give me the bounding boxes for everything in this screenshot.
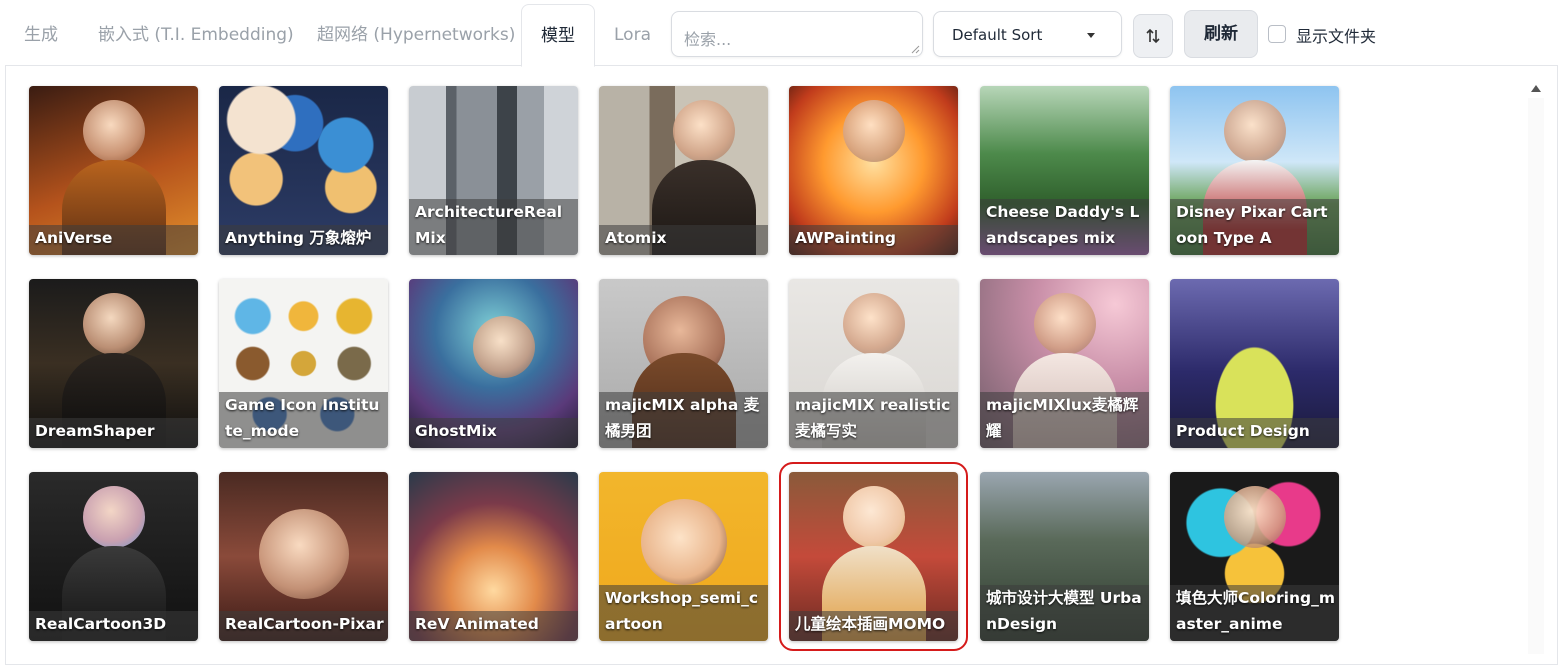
model-card-label: Product Design <box>1170 418 1339 448</box>
tab-generate[interactable]: 生成 <box>24 0 58 66</box>
model-thumbnail-figure <box>842 485 905 548</box>
model-card-aniverse[interactable]: AniVerse <box>29 86 198 255</box>
model-card-label: ReV Animated <box>409 611 578 641</box>
model-card-label: GhostMix <box>409 418 578 448</box>
model-card-label: 填色大师Coloring_master_anime <box>1170 585 1339 641</box>
scroll-up-arrow-icon[interactable] <box>1531 85 1541 92</box>
sort-arrows-icon <box>1146 28 1160 44</box>
model-card-architecturerealmix[interactable]: ArchitectureRealMix <box>409 86 578 255</box>
show-folders-checkbox[interactable] <box>1268 25 1286 43</box>
model-card-realcartoon3d[interactable]: RealCartoon3D <box>29 472 198 641</box>
model-card-label: RealCartoon3D <box>29 611 198 641</box>
model-thumbnail-figure <box>82 99 145 162</box>
model-thumbnail-figure <box>258 509 349 600</box>
model-card-workshop-semi-cartoon[interactable]: Workshop_semi_cartoon <box>599 472 768 641</box>
model-card-label: AniVerse <box>29 225 198 255</box>
model-thumbnail-figure <box>82 485 145 548</box>
model-card-label: Anything 万象熔炉 <box>219 225 388 255</box>
model-card-label: RealCartoon-Pixar <box>219 611 388 641</box>
model-thumbnail-figure <box>1033 292 1096 355</box>
model-thumbnail-figure <box>672 99 735 162</box>
model-thumbnail-figure <box>472 316 535 379</box>
model-card-label: Cheese Daddy's Landscapes mix <box>980 199 1149 255</box>
model-thumbnail-figure <box>640 499 727 586</box>
model-card-label: ArchitectureRealMix <box>409 199 578 255</box>
model-card-disney-pixar[interactable]: Disney Pixar Cartoon Type A <box>1170 86 1339 255</box>
model-card-urbandesign[interactable]: 城市设计大模型 UrbanDesign <box>980 472 1149 641</box>
model-thumbnail-figure <box>1223 99 1286 162</box>
model-card-ghostmix[interactable]: GhostMix <box>409 279 578 448</box>
tab-hypernetworks[interactable]: 超网络 (Hypernetworks) <box>317 0 515 66</box>
model-gallery: AniVerse Anything 万象熔炉 ArchitectureRealM… <box>5 65 1558 665</box>
model-thumbnail-figure <box>1223 485 1286 548</box>
model-card-dreamshaper[interactable]: DreamShaper <box>29 279 198 448</box>
model-card-label: DreamShaper <box>29 418 198 448</box>
model-card-label: Workshop_semi_cartoon <box>599 585 768 641</box>
refresh-button[interactable]: 刷新 <box>1184 10 1258 58</box>
model-card-majicmixlux[interactable]: majicMIXlux麦橘辉耀 <box>980 279 1149 448</box>
chevron-down-icon <box>1087 33 1095 38</box>
model-card-label: 城市设计大模型 UrbanDesign <box>980 585 1149 641</box>
model-thumbnail-figure <box>842 292 905 355</box>
model-card-momo-selected[interactable]: 儿童绘本插画MOMO <box>779 462 968 651</box>
tab-lora[interactable]: Lora <box>614 0 651 66</box>
model-card-majicmix-realistic[interactable]: majicMIX realistic 麦橘写实 <box>789 279 958 448</box>
scrollbar[interactable] <box>1528 98 1544 654</box>
sort-value: Default Sort <box>952 26 1043 44</box>
model-card-product-design[interactable]: Product Design <box>1170 279 1339 448</box>
model-card-label: Game Icon Institute_mode <box>219 392 388 448</box>
tab-checkpoints[interactable]: 模型 <box>521 4 595 67</box>
model-card-awpainting[interactable]: AWPainting <box>789 86 958 255</box>
model-card-label: majicMIXlux麦橘辉耀 <box>980 392 1149 448</box>
model-card-anything[interactable]: Anything 万象熔炉 <box>219 86 388 255</box>
model-card-coloring-master-anime[interactable]: 填色大师Coloring_master_anime <box>1170 472 1339 641</box>
model-card-label: majicMIX alpha 麦橘男团 <box>599 392 768 448</box>
model-card-majicmix-alpha[interactable]: majicMIX alpha 麦橘男团 <box>599 279 768 448</box>
model-card-label: Atomix <box>599 225 768 255</box>
model-card-label: AWPainting <box>789 225 958 255</box>
model-thumbnail-figure <box>82 292 145 355</box>
model-card-atomix[interactable]: Atomix <box>599 86 768 255</box>
resize-grip-icon[interactable] <box>910 44 920 54</box>
model-card-realcartoon-pixar[interactable]: RealCartoon-Pixar <box>219 472 388 641</box>
model-card-game-icon-institute[interactable]: Game Icon Institute_mode <box>219 279 388 448</box>
model-card-label: 儿童绘本插画MOMO <box>789 611 958 641</box>
model-card-label: Disney Pixar Cartoon Type A <box>1170 199 1339 255</box>
show-folders-label: 显示文件夹 <box>1296 27 1377 46</box>
tab-embedding[interactable]: 嵌入式 (T.I. Embedding) <box>98 0 294 66</box>
search-input[interactable]: 检索... <box>671 11 923 57</box>
model-card-rev-animated[interactable]: ReV Animated <box>409 472 578 641</box>
tab-bar: 生成 嵌入式 (T.I. Embedding) 超网络 (Hypernetwor… <box>0 0 1566 67</box>
model-card-cheese-daddys-landscapes[interactable]: Cheese Daddy's Landscapes mix <box>980 86 1149 255</box>
sort-direction-button[interactable] <box>1133 14 1173 58</box>
model-card-label: majicMIX realistic 麦橘写实 <box>789 392 958 448</box>
model-thumbnail-figure <box>842 99 905 162</box>
sort-select[interactable]: Default Sort <box>933 11 1122 57</box>
